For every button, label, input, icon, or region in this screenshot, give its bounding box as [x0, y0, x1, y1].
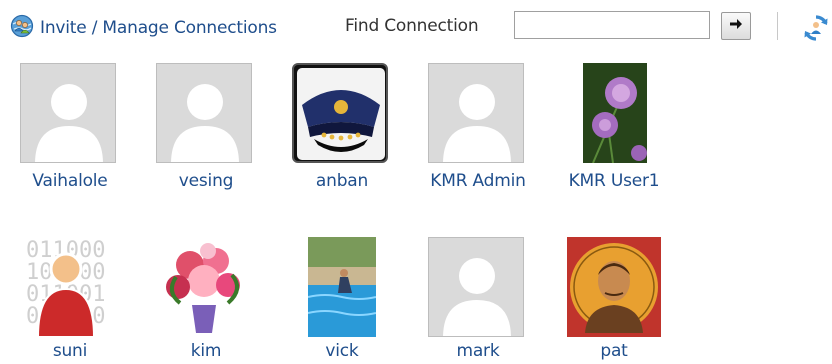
- connection-card-vesing[interactable]: vesing: [146, 63, 266, 193]
- flower-photo-avatar: [583, 63, 647, 163]
- connection-card-vaihalole[interactable]: Vaihalole: [10, 63, 130, 193]
- connection-card-mark[interactable]: mark: [418, 237, 538, 364]
- connection-name[interactable]: KMR User1: [554, 171, 674, 191]
- arrow-right-icon: [728, 16, 744, 36]
- connection-name[interactable]: vick: [282, 341, 402, 361]
- default-avatar: [20, 63, 116, 163]
- refresh-icon: [800, 15, 832, 44]
- find-go-button[interactable]: [721, 12, 751, 40]
- connection-card-vick[interactable]: vick: [282, 237, 402, 364]
- connection-card-kim[interactable]: kim: [146, 237, 266, 364]
- find-connection-label: Find Connection: [345, 16, 479, 36]
- captain-hat-avatar: [292, 63, 388, 163]
- invite-manage-link[interactable]: Invite / Manage Connections: [10, 14, 277, 42]
- default-avatar: [156, 63, 252, 163]
- portrait-photo-avatar: [567, 237, 661, 337]
- toolbar-divider: [777, 12, 778, 40]
- find-connection-input[interactable]: [514, 11, 710, 39]
- connection-card-pat[interactable]: pat: [554, 237, 674, 364]
- connection-name[interactable]: Vaihalole: [10, 171, 130, 191]
- people-globe-icon: [10, 14, 34, 42]
- connection-name[interactable]: vesing: [146, 171, 266, 191]
- pool-photo-avatar: [308, 237, 376, 337]
- connection-name[interactable]: mark: [418, 341, 538, 361]
- bouquet-photo-avatar: [156, 237, 252, 337]
- binary-user-avatar: 011000100100 011001000110: [20, 237, 116, 337]
- invite-manage-label: Invite / Manage Connections: [40, 18, 277, 38]
- default-avatar: [428, 237, 524, 337]
- connection-name[interactable]: kim: [146, 341, 266, 361]
- connection-name[interactable]: anban: [282, 171, 402, 191]
- connections-toolbar: Invite / Manage Connections Find Connect…: [0, 0, 832, 52]
- connection-name[interactable]: pat: [554, 341, 674, 361]
- refresh-button[interactable]: [800, 12, 832, 44]
- connection-card-kmr-user1[interactable]: KMR User1: [554, 63, 674, 193]
- connection-name[interactable]: KMR Admin: [418, 171, 538, 191]
- connection-card-kmr-admin[interactable]: KMR Admin: [418, 63, 538, 193]
- connection-name[interactable]: suni: [10, 341, 130, 361]
- connection-card-anban[interactable]: anban: [282, 63, 402, 193]
- connection-card-suni[interactable]: 011000100100 011001000110 suni: [10, 237, 130, 364]
- default-avatar: [428, 63, 524, 163]
